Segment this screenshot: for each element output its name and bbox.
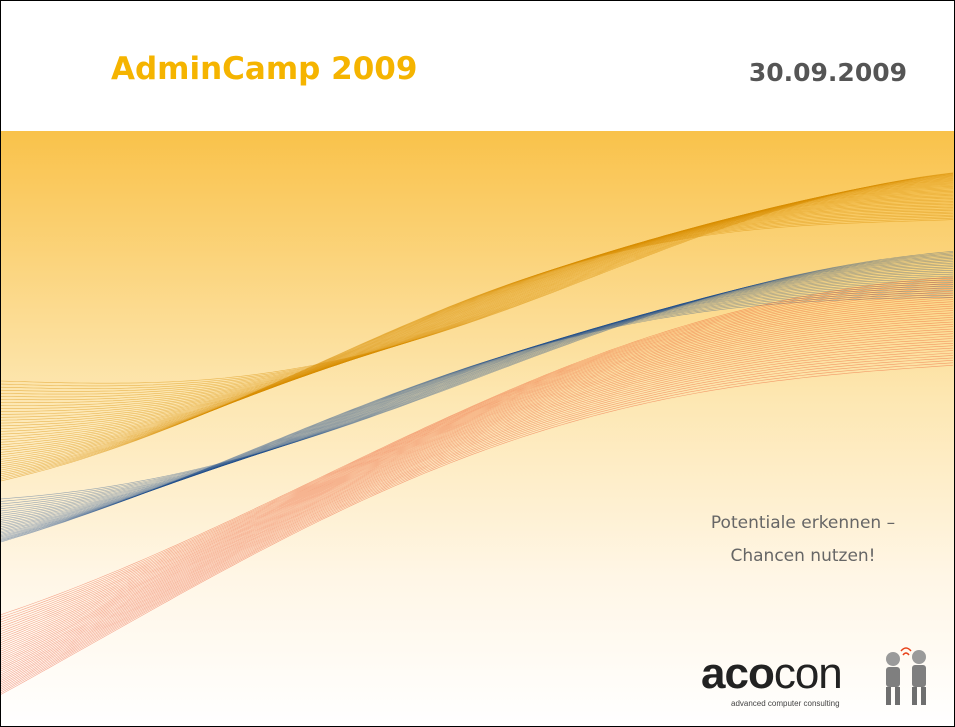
slide-date: 30.09.2009 [748,58,907,87]
logo-wordmark-bold: aco [701,649,775,698]
acocon-logo: acocon advanced computer consulting [701,647,937,719]
slide-title: AdminCamp 2009 [111,51,418,87]
slide: AdminCamp 2009 30.09.2009 Potentiale erk… [0,0,955,727]
tagline-line-2: Chancen nutzen! [730,546,876,566]
wave-background-graphic [1,131,954,726]
slide-header: AdminCamp 2009 30.09.2009 [1,1,954,131]
logo-figures-icon [886,647,926,705]
tagline-line-1: Potentiale erkennen – [710,513,896,533]
gradient-band [1,131,954,726]
logo-wordmark: acocon [701,649,843,699]
tagline: Potentiale erkennen – Chancen nutzen! [673,507,933,573]
logo-subtitle: advanced computer consulting [731,699,840,708]
logo-wordmark-light: con [773,649,843,698]
